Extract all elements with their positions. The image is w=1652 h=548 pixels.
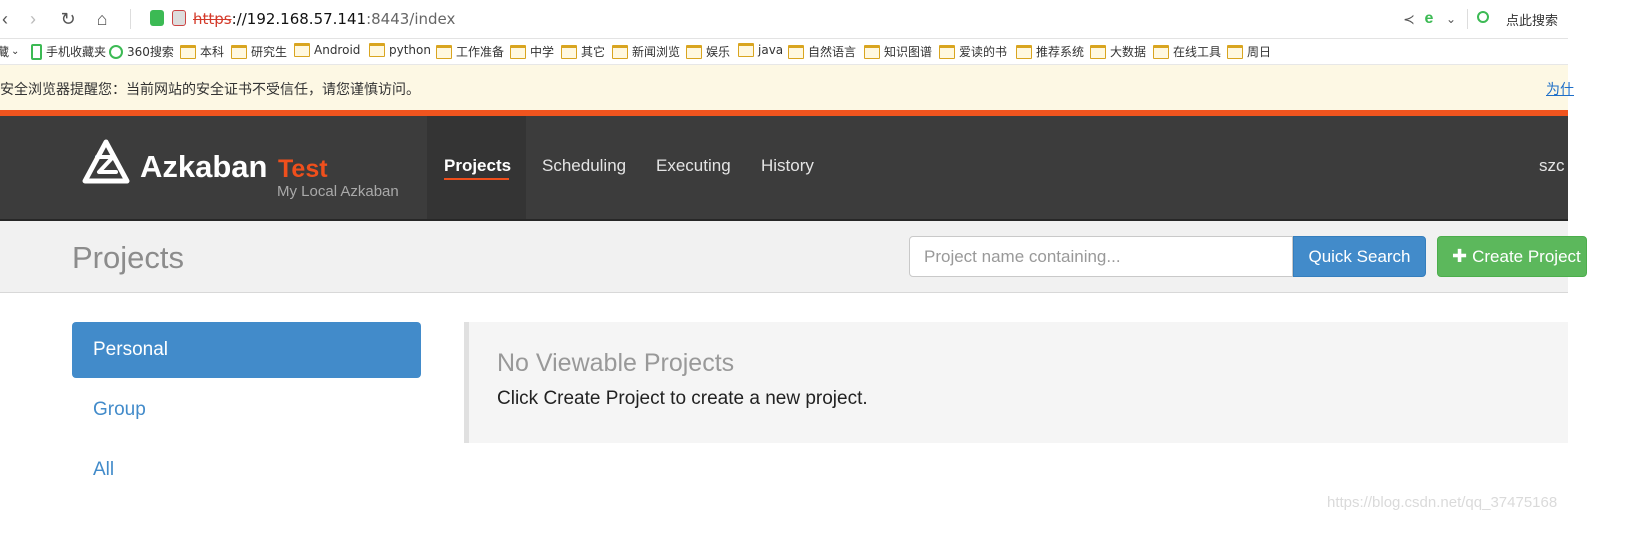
create-project-label: Create Project — [1472, 247, 1581, 266]
brand-name[interactable]: Azkaban — [140, 149, 267, 185]
bookmark-folder[interactable]: Android — [294, 43, 360, 57]
bookmark-folder[interactable]: 在线工具 — [1153, 43, 1221, 60]
bookmark-folder[interactable]: 知识图谱 — [864, 43, 932, 60]
bookmark-folder[interactable]: 爱读的书 — [939, 43, 1007, 60]
bookmark-folder[interactable]: java — [738, 43, 783, 57]
bookmark-item[interactable]: 360搜索 — [109, 43, 174, 60]
folder-icon — [612, 44, 628, 59]
share-icon[interactable]: ≺ — [1398, 8, 1420, 30]
bookmark-folder[interactable]: 周日 — [1227, 43, 1271, 60]
azkaban-logo-icon[interactable] — [82, 139, 130, 185]
plus-icon: ✚ — [1452, 246, 1468, 266]
folder-icon — [180, 44, 196, 59]
folder-icon — [686, 44, 702, 59]
bookmark-menu[interactable]: 藏 ⌄ — [0, 43, 19, 60]
folder-icon — [369, 43, 385, 57]
security-warning-text: 安全浏览器提醒您：当前网站的安全证书不受信任，请您谨慎访问。 — [0, 82, 420, 98]
chevron-down-icon[interactable]: ⌄ — [1440, 8, 1462, 30]
bookmarks-bar: 藏 ⌄ 手机收藏夹 360搜索 本科 研究生 Android python 工作… — [0, 39, 1568, 65]
bookmark-item[interactable]: 手机收藏夹 — [31, 43, 106, 60]
quick-search-button[interactable]: Quick Search — [1293, 236, 1426, 277]
security-info-link[interactable]: 为什 — [1546, 79, 1574, 99]
divider — [130, 9, 131, 29]
user-menu[interactable]: szc — [1539, 156, 1565, 176]
bookmark-folder[interactable]: 中学 — [510, 43, 554, 60]
360-search-icon — [109, 44, 123, 59]
folder-icon — [1016, 44, 1032, 59]
folder-icon — [1227, 44, 1243, 59]
empty-state-message: Click Create Project to create a new pro… — [497, 388, 868, 409]
url-field[interactable]: https://192.168.57.141:8443/index — [193, 10, 455, 28]
empty-state-panel: No Viewable Projects Click Create Projec… — [464, 322, 1568, 443]
folder-icon — [788, 44, 804, 59]
page-header: Projects Quick Search ✚Create Project — [0, 221, 1587, 293]
bookmark-folder[interactable]: python — [369, 43, 431, 57]
bookmark-folder[interactable]: 大数据 — [1090, 43, 1146, 60]
nav-history[interactable]: History — [761, 156, 814, 176]
bookmark-folder[interactable]: 研究生 — [231, 43, 287, 60]
security-warning-bar: 安全浏览器提醒您：当前网站的安全证书不受信任，请您谨慎访问。 为什 — [0, 65, 1574, 111]
shield-icon[interactable] — [150, 10, 164, 26]
reload-icon[interactable]: ↻ — [57, 8, 79, 30]
folder-icon — [864, 44, 880, 59]
sidebar-item-group[interactable]: Group — [72, 382, 421, 438]
divider — [1467, 9, 1468, 29]
nav-projects[interactable]: Projects — [444, 156, 511, 176]
bookmark-folder[interactable]: 本科 — [180, 43, 224, 60]
forward-icon[interactable]: › — [22, 8, 44, 30]
sidebar-item-personal[interactable]: Personal — [72, 322, 421, 378]
browser-address-bar: ‹ › ↻ ⌂ https://192.168.57.141:8443/inde… — [0, 0, 1568, 39]
folder-icon — [561, 44, 577, 59]
bookmark-folder[interactable]: 其它 — [561, 43, 605, 60]
bookmark-folder[interactable]: 娱乐 — [686, 43, 730, 60]
bookmark-folder[interactable]: 工作准备 — [436, 43, 504, 60]
folder-icon — [1090, 44, 1106, 59]
app-header: Azkaban Test My Local Azkaban Projects S… — [0, 116, 1568, 221]
nav-active-underline — [444, 178, 509, 180]
folder-icon — [436, 44, 452, 59]
bookmark-folder[interactable]: 自然语言 — [788, 43, 856, 60]
phone-icon — [31, 43, 42, 60]
search-engine-label[interactable]: 点此搜索 — [1506, 10, 1558, 29]
folder-icon — [738, 43, 754, 57]
cert-warning-icon[interactable] — [172, 10, 186, 26]
brand-env-label: Test — [278, 155, 328, 183]
nav-scheduling[interactable]: Scheduling — [542, 156, 626, 176]
folder-icon — [510, 44, 526, 59]
sidebar-item-all[interactable]: All — [72, 442, 421, 498]
nav-executing[interactable]: Executing — [656, 156, 731, 176]
folder-icon — [939, 44, 955, 59]
project-search-input[interactable] — [909, 236, 1293, 277]
page-title: Projects — [72, 240, 184, 275]
360-search-icon[interactable] — [1477, 11, 1489, 23]
home-icon[interactable]: ⌂ — [91, 8, 113, 30]
watermark: https://blog.csdn.net/qq_37475168 — [1327, 494, 1558, 511]
folder-icon — [1153, 44, 1169, 59]
bookmark-folder[interactable]: 新闻浏览 — [612, 43, 680, 60]
empty-state-title: No Viewable Projects — [497, 349, 735, 377]
back-icon[interactable]: ‹ — [0, 8, 16, 30]
folder-icon — [294, 43, 310, 57]
bookmark-folder[interactable]: 推荐系统 — [1016, 43, 1084, 60]
ie-mode-icon[interactable]: e — [1418, 8, 1440, 30]
brand-subtitle: My Local Azkaban — [277, 183, 399, 200]
create-project-button[interactable]: ✚ Create Project — [1437, 236, 1587, 277]
chevron-down-icon: ⌄ — [11, 46, 20, 57]
folder-icon — [231, 44, 247, 59]
